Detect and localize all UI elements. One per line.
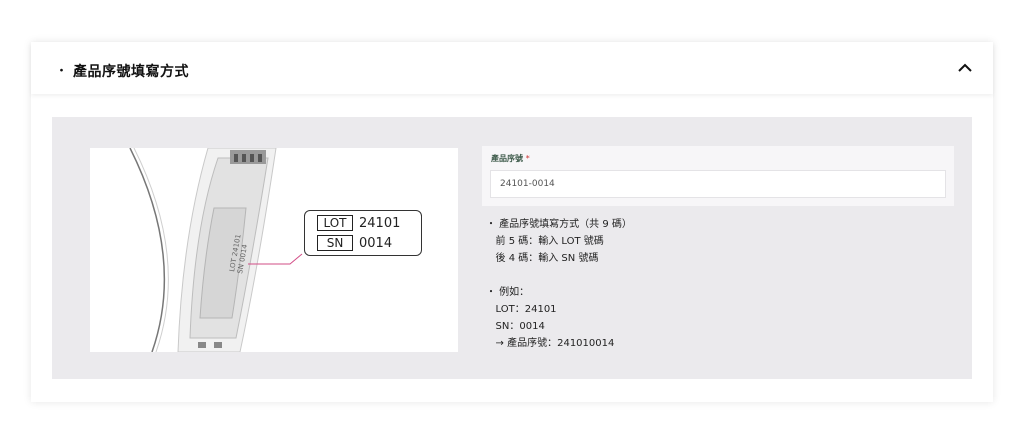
serial-location-illustration: LOT 24101 SN 0014 LOT 24101 SN 0014 <box>90 148 458 352</box>
accordion-panel: LOT 24101 SN 0014 LOT 24101 SN 0014 產品序號 <box>52 117 972 379</box>
accordion-title: 產品序號填寫方式 <box>73 64 189 80</box>
instruction-line <box>486 267 632 284</box>
bullet: ・ <box>55 64 69 79</box>
instruction-line: → 產品序號：241010014 <box>486 338 615 349</box>
serial-number-accordion: ・ 產品序號填寫方式 LOT 24101 SN 0014 LOT 24101 S… <box>31 42 993 402</box>
instruction-line: 前 5 碼：輸入 LOT 號碼 <box>486 236 604 247</box>
chevron-up-icon[interactable] <box>955 58 975 78</box>
serial-instructions: ・ 產品序號填寫方式（共 9 碼） 前 5 碼：輸入 LOT 號碼 後 4 碼：… <box>486 216 632 352</box>
instruction-line: 後 4 碼：輸入 SN 號碼 <box>486 253 599 264</box>
accordion-header[interactable]: ・ 產品序號填寫方式 <box>31 42 993 94</box>
lot-sn-callout: LOT 24101 SN 0014 <box>304 210 422 256</box>
serial-field-label: 產品序號 * <box>491 153 530 164</box>
instruction-line: LOT：24101 <box>486 304 557 315</box>
sn-key: SN <box>317 235 353 251</box>
sn-row: SN 0014 <box>317 235 392 251</box>
lot-key: LOT <box>317 215 353 231</box>
instruction-line: ・ 產品序號填寫方式（共 9 碼） <box>486 219 632 230</box>
serial-number-input[interactable]: 24101-0014 <box>490 170 946 198</box>
instruction-line: ・ 例如： <box>486 287 530 298</box>
serial-label-text: 產品序號 <box>491 154 523 163</box>
lot-row: LOT 24101 <box>317 215 400 231</box>
serial-field-card: 產品序號 * 24101-0014 <box>482 146 954 206</box>
sn-value: 0014 <box>359 235 393 251</box>
required-mark: * <box>525 154 530 163</box>
instruction-line: SN：0014 <box>486 321 545 332</box>
lot-value: 24101 <box>359 215 401 231</box>
